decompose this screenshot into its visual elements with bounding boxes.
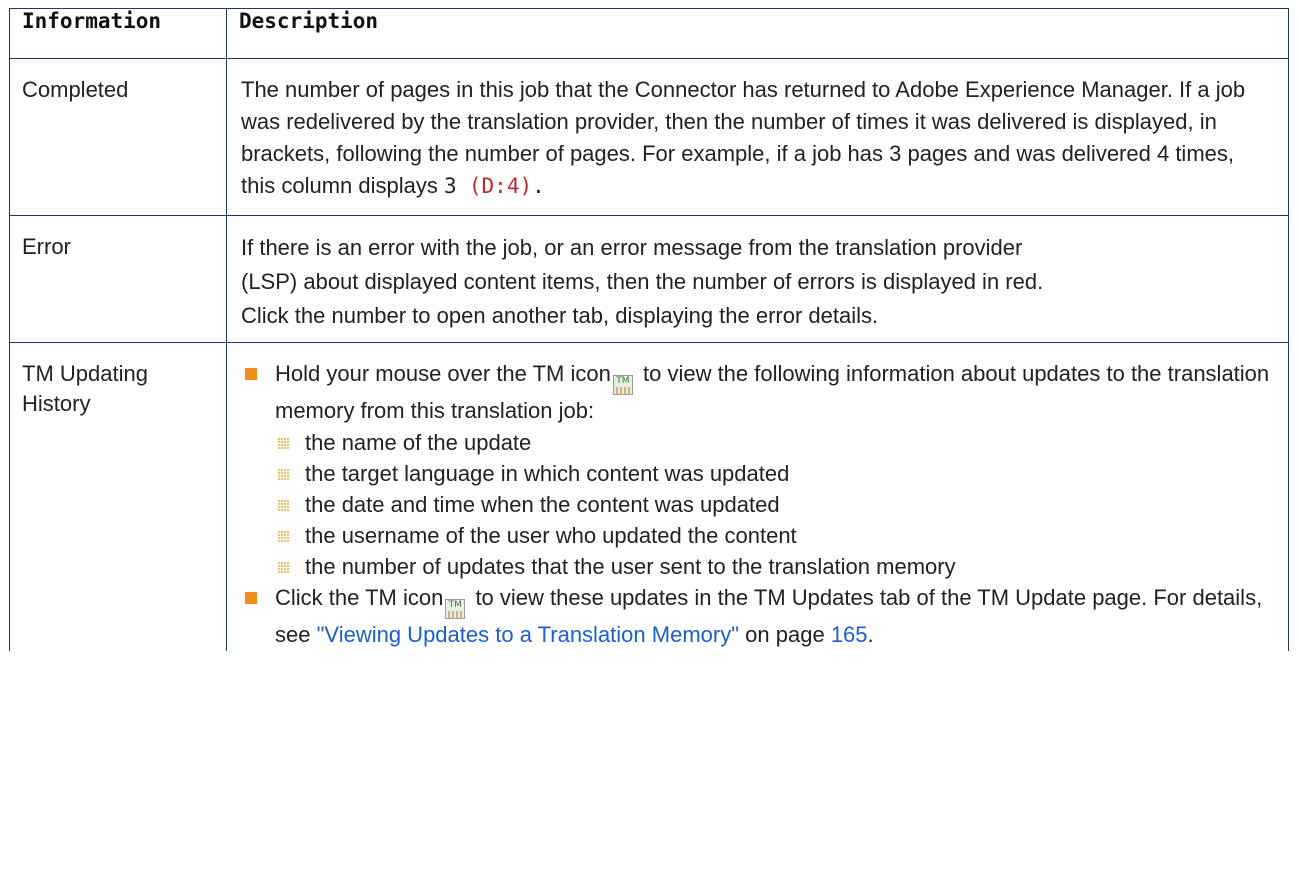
on-page-text: on page (745, 622, 825, 647)
information-table: Information Description Completed The nu… (9, 8, 1289, 651)
error-line: Click the number to open another tab, di… (241, 303, 879, 328)
table-header-row: Information Description (9, 8, 1289, 59)
bullet-text: Click the TM icon (275, 585, 444, 610)
sub-bullet-text: the name of the update (305, 430, 532, 455)
sub-bullet-item: the target language in which content was… (275, 458, 1274, 489)
label-line: History (22, 391, 91, 416)
header-description: Description (226, 8, 1289, 59)
sub-bullet-text: the date and time when the content was u… (305, 492, 780, 517)
end-period: . (867, 622, 874, 647)
page-number-link[interactable]: 165 (831, 622, 868, 647)
orange-square-bullet-icon (245, 592, 257, 604)
grid-bullet-icon (277, 561, 289, 573)
header-information: Information (9, 8, 227, 59)
bullet-text: Hold your mouse over the TM icon (275, 361, 611, 386)
row-label-tm-updating-history: TM Updating History (9, 342, 227, 651)
label-line: TM Updating (22, 361, 148, 386)
code-number: 3 (444, 174, 457, 198)
sub-bullet-list: the name of the update the target langua… (275, 427, 1274, 582)
viewing-updates-link[interactable]: "Viewing Updates to a Translation Memory… (317, 622, 739, 647)
error-line: If there is an error with the job, or an… (241, 235, 1023, 260)
completed-description-text: The number of pages in this job that the… (241, 77, 1246, 198)
bullet-item-click-info: Click the TM icon TM to view these update… (241, 582, 1274, 651)
sub-bullet-item: the name of the update (275, 427, 1274, 458)
sub-bullet-text: the number of updates that the user sent… (305, 554, 956, 579)
sub-bullet-text: the username of the user who updated the… (305, 523, 797, 548)
bullet-list: Hold your mouse over the TM icon TM to vi… (241, 358, 1274, 651)
grid-bullet-icon (277, 437, 289, 449)
table-row-tm-updating-history: TM Updating History Hold your mouse over… (9, 342, 1289, 651)
sub-bullet-item: the date and time when the content was u… (275, 489, 1274, 520)
tm-icon[interactable]: TM (445, 599, 466, 619)
code-end-period: . (532, 174, 545, 198)
grid-bullet-icon (277, 499, 289, 511)
row-description-error: If there is an error with the job, or an… (226, 215, 1289, 343)
table-row-completed: Completed The number of pages in this jo… (9, 58, 1289, 216)
code-red-value: (D:4) (468, 174, 533, 198)
sub-bullet-text: the target language in which content was… (305, 461, 790, 486)
row-label-completed: Completed (9, 58, 227, 216)
row-label-error: Error (9, 215, 227, 343)
row-description-completed: The number of pages in this job that the… (226, 58, 1289, 216)
orange-square-bullet-icon (245, 368, 257, 380)
sub-bullet-item: the number of updates that the user sent… (275, 551, 1274, 582)
sub-bullet-item: the username of the user who updated the… (275, 520, 1274, 551)
grid-bullet-icon (277, 530, 289, 542)
error-line: (LSP) about displayed content items, the… (241, 269, 1044, 294)
row-description-tm-updating-history: Hold your mouse over the TM icon TM to vi… (226, 342, 1289, 651)
grid-bullet-icon (277, 468, 289, 480)
bullet-item-hover-info: Hold your mouse over the TM icon TM to vi… (241, 358, 1274, 582)
tm-icon[interactable]: TM (612, 375, 633, 395)
table-row-error: Error If there is an error with the job,… (9, 215, 1289, 343)
